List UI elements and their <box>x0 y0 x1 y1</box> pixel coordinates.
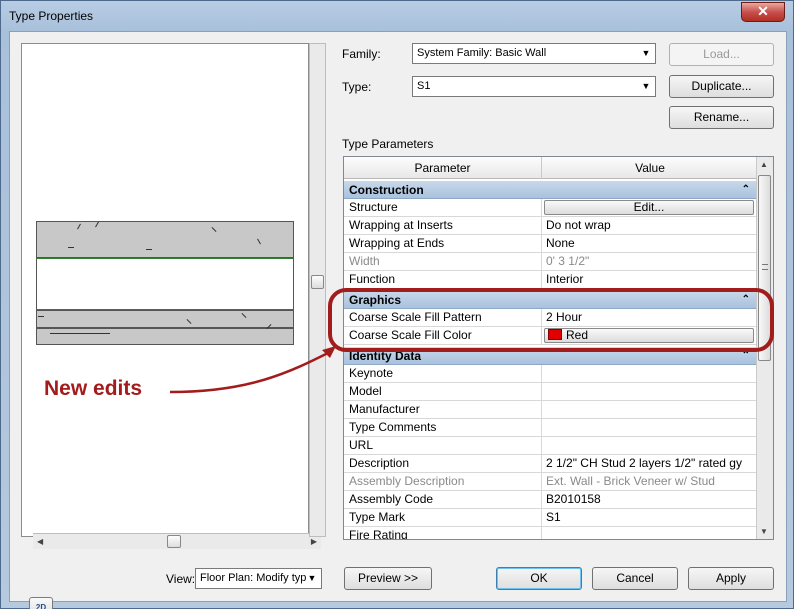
annotation-arrow <box>169 346 336 394</box>
annotation-label: New edits <box>44 377 143 400</box>
